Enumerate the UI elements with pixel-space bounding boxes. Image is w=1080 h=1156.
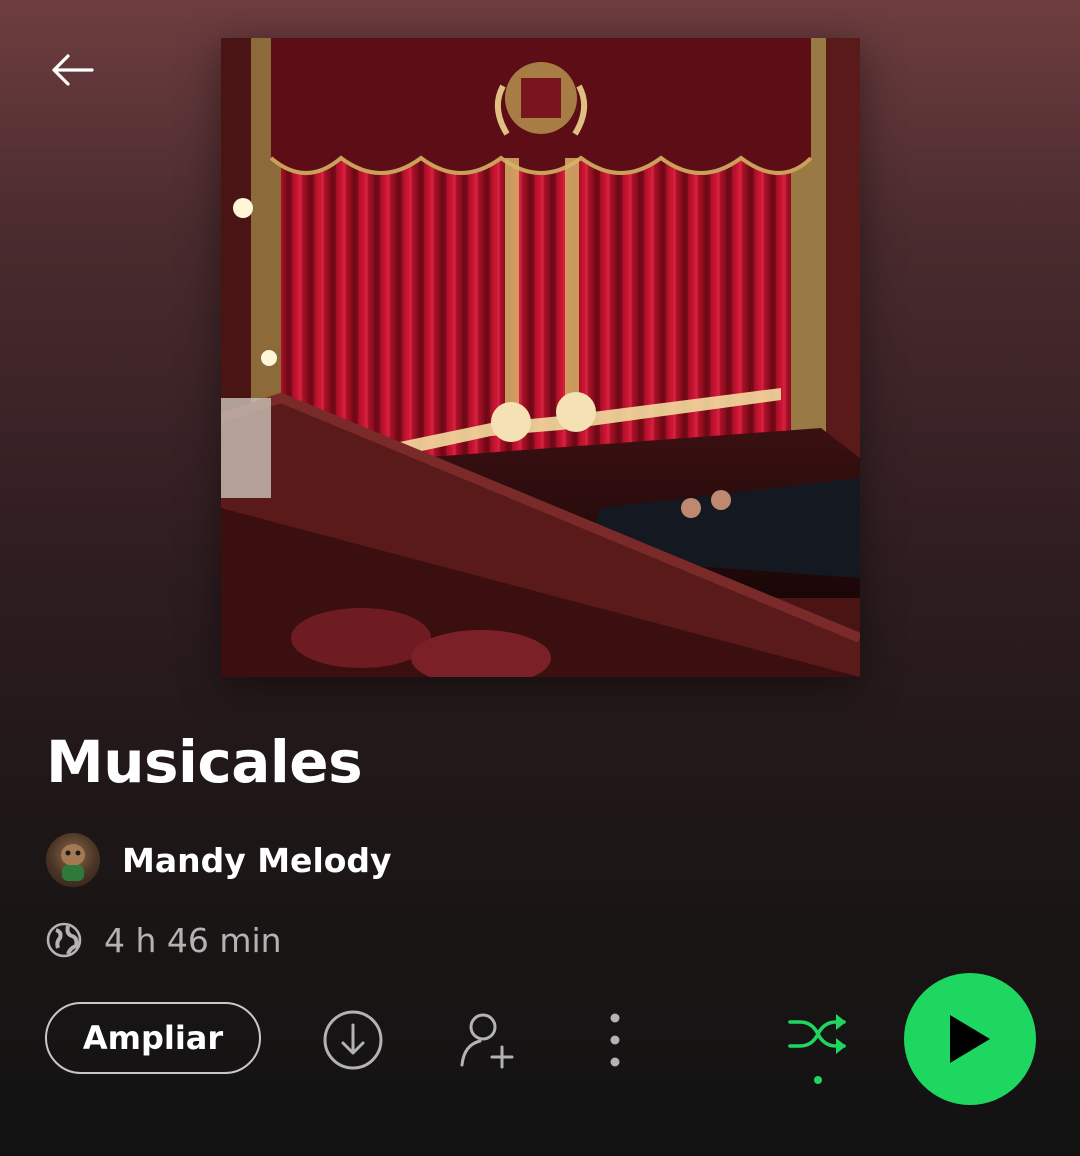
- shuffle-button[interactable]: [782, 1010, 852, 1094]
- expand-button[interactable]: Ampliar: [45, 1002, 261, 1074]
- download-button[interactable]: [321, 1008, 385, 1072]
- owner-name[interactable]: Mandy Melody: [122, 841, 392, 880]
- play-button[interactable]: [904, 973, 1036, 1105]
- more-options-button[interactable]: [595, 1008, 635, 1072]
- playlist-cover: [221, 38, 860, 677]
- action-bar: Ampliar: [0, 972, 1080, 1106]
- back-button[interactable]: [44, 46, 100, 94]
- add-collaborator-button[interactable]: [455, 1006, 519, 1070]
- add-user-icon: [460, 1013, 514, 1069]
- globe-icon: [46, 922, 82, 958]
- shuffle-icon: [788, 1014, 846, 1084]
- playlist-meta: 4 h 46 min: [46, 918, 282, 962]
- more-vertical-icon: [610, 1013, 620, 1067]
- arrow-left-icon: [52, 54, 94, 86]
- download-icon: [323, 1010, 383, 1070]
- playlist-owner[interactable]: Mandy Melody: [46, 832, 392, 888]
- play-icon: [950, 1015, 990, 1063]
- playlist-duration: 4 h 46 min: [104, 920, 282, 960]
- playlist-title: Musicales: [46, 728, 363, 796]
- avatar[interactable]: [46, 833, 100, 887]
